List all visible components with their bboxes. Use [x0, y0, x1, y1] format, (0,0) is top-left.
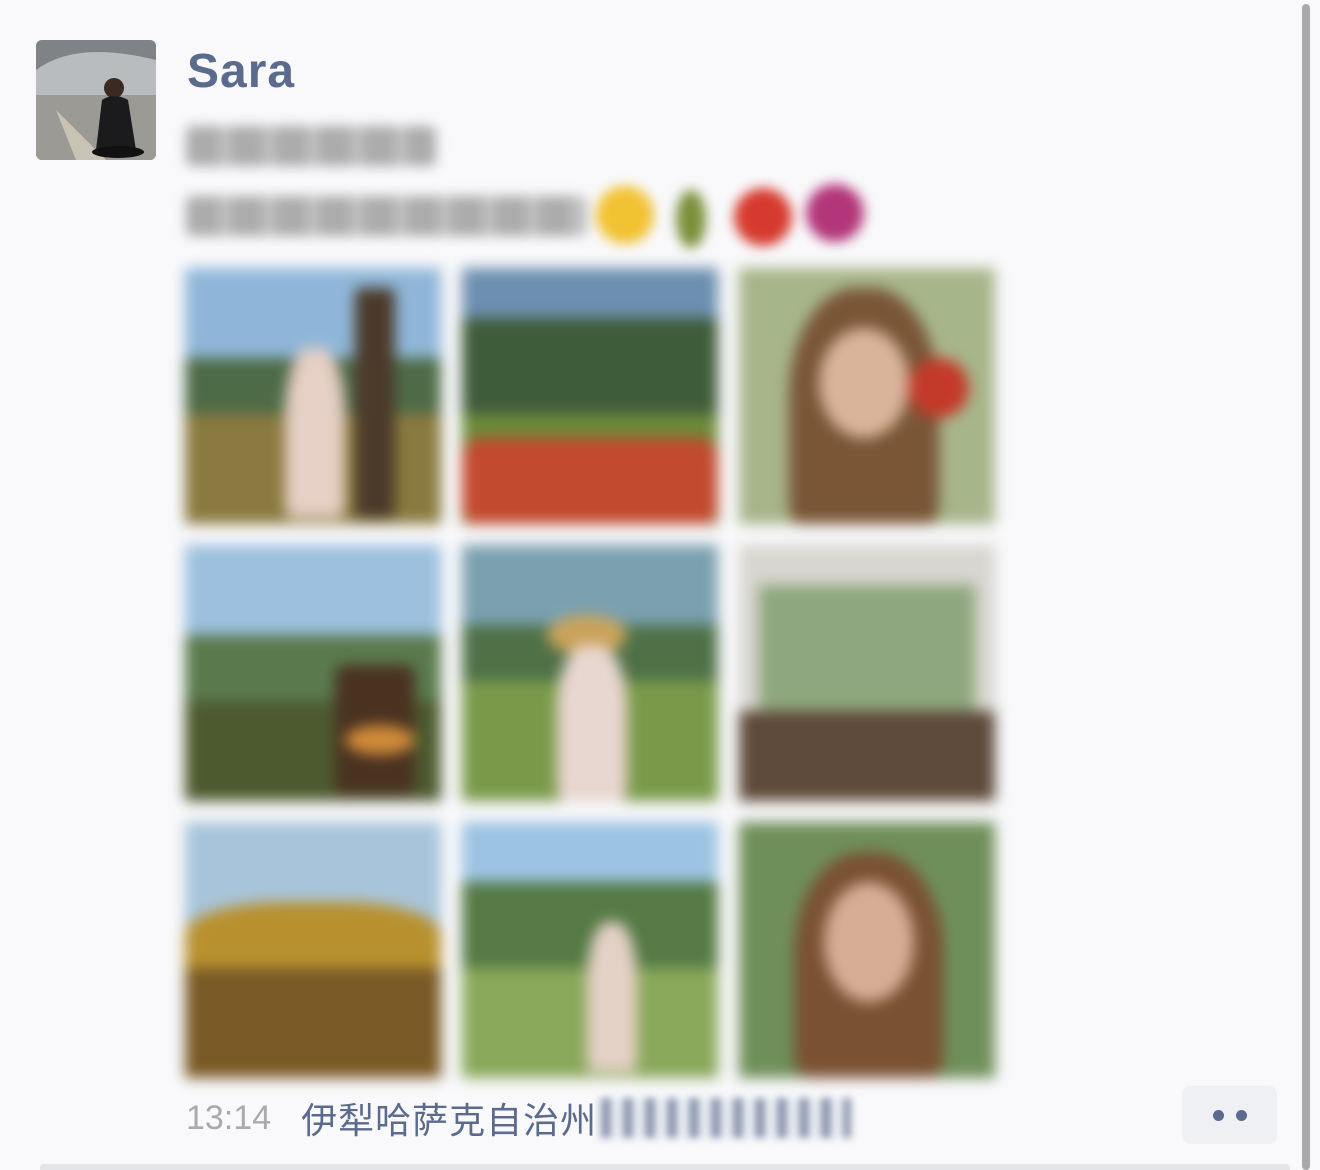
photo-thumbnail[interactable]: [739, 545, 995, 801]
photo-thumbnail[interactable]: [739, 822, 995, 1078]
scrollbar[interactable]: [1302, 4, 1310, 1170]
divider: [40, 1164, 1290, 1170]
post-text-blurred: [186, 118, 886, 253]
post-time: 13:14: [186, 1098, 272, 1137]
author-name[interactable]: Sara: [187, 44, 295, 99]
post-footer: 13:14 伊犁哈萨克自治州: [186, 1092, 852, 1144]
location-link[interactable]: 伊犁哈萨克自治州: [301, 1092, 597, 1144]
location-redacted: [601, 1098, 852, 1138]
photo-thumbnail[interactable]: [185, 268, 441, 524]
photo-thumbnail[interactable]: [462, 822, 718, 1078]
photo-thumbnail[interactable]: [185, 822, 441, 1078]
photo-thumbnail[interactable]: [462, 268, 718, 524]
photo-thumbnail[interactable]: [185, 545, 441, 801]
more-dots-icon: [1235, 1109, 1247, 1121]
more-button[interactable]: [1182, 1086, 1277, 1144]
photo-thumbnail[interactable]: [739, 268, 995, 524]
more-dots-icon: [1212, 1109, 1224, 1121]
author-avatar[interactable]: [36, 40, 156, 160]
photo-thumbnail[interactable]: [462, 545, 718, 801]
photo-grid: [185, 268, 995, 1078]
